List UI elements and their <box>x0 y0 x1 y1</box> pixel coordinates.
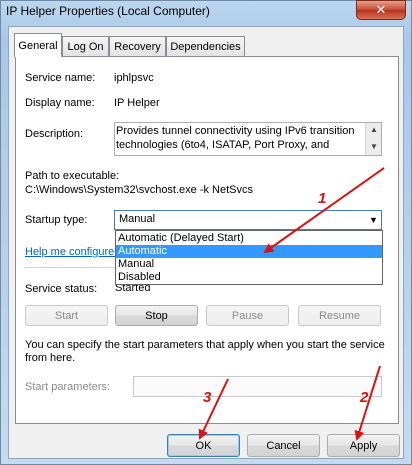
annotation-label-3: 3 <box>203 389 212 406</box>
annotation-label-1: 1 <box>318 190 327 207</box>
annotation-label-2: 2 <box>360 389 369 406</box>
annotation-arrow-1 <box>263 167 385 254</box>
annotation-arrow-3 <box>198 378 229 440</box>
